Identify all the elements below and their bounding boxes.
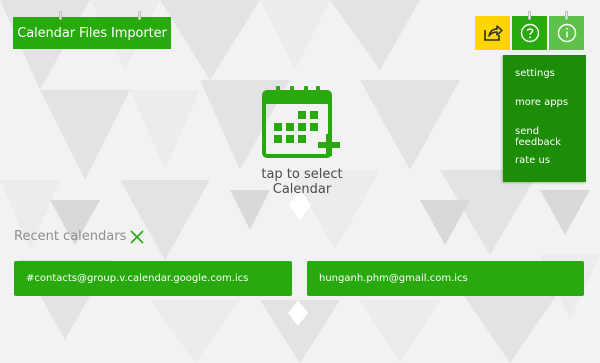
- help-icon: [520, 23, 539, 43]
- recent-calendar-filename: #contacts@group.v.calendar.google.com.ic…: [26, 273, 249, 284]
- recent-calendars-title: Recent calendars: [14, 229, 127, 244]
- binder-ring-icon: [528, 11, 531, 20]
- share-icon: [483, 25, 503, 41]
- calendar-add-icon: [262, 86, 340, 158]
- recent-calendar-item[interactable]: #contacts@group.v.calendar.google.com.ic…: [14, 261, 292, 296]
- select-calendar-button[interactable]: tap to select Calendar: [232, 86, 372, 197]
- info-button[interactable]: [549, 11, 584, 50]
- share-button[interactable]: [475, 16, 510, 50]
- close-icon[interactable]: [130, 230, 144, 244]
- menu-item-more-apps[interactable]: more apps: [515, 97, 568, 108]
- menu-item-settings[interactable]: settings: [515, 68, 555, 79]
- menu-item-rate-us[interactable]: rate us: [515, 155, 550, 166]
- binder-ring-icon: [59, 11, 62, 20]
- recent-calendar-filename: hunganh.phm@gmail.com.ics: [319, 273, 468, 284]
- app-title-button[interactable]: Calendar Files Importer: [13, 11, 171, 49]
- info-icon: [557, 23, 576, 43]
- binder-ring-icon: [138, 11, 141, 20]
- app-title: Calendar Files Importer: [17, 25, 167, 41]
- binder-ring-icon: [565, 11, 568, 20]
- info-menu: settings more apps send feedback rate us: [503, 55, 586, 182]
- help-button[interactable]: [512, 11, 547, 50]
- recent-calendar-item[interactable]: hunganh.phm@gmail.com.ics: [307, 261, 584, 296]
- menu-item-send-feedback[interactable]: send feedback: [515, 126, 586, 148]
- select-calendar-caption: tap to select Calendar: [261, 167, 343, 197]
